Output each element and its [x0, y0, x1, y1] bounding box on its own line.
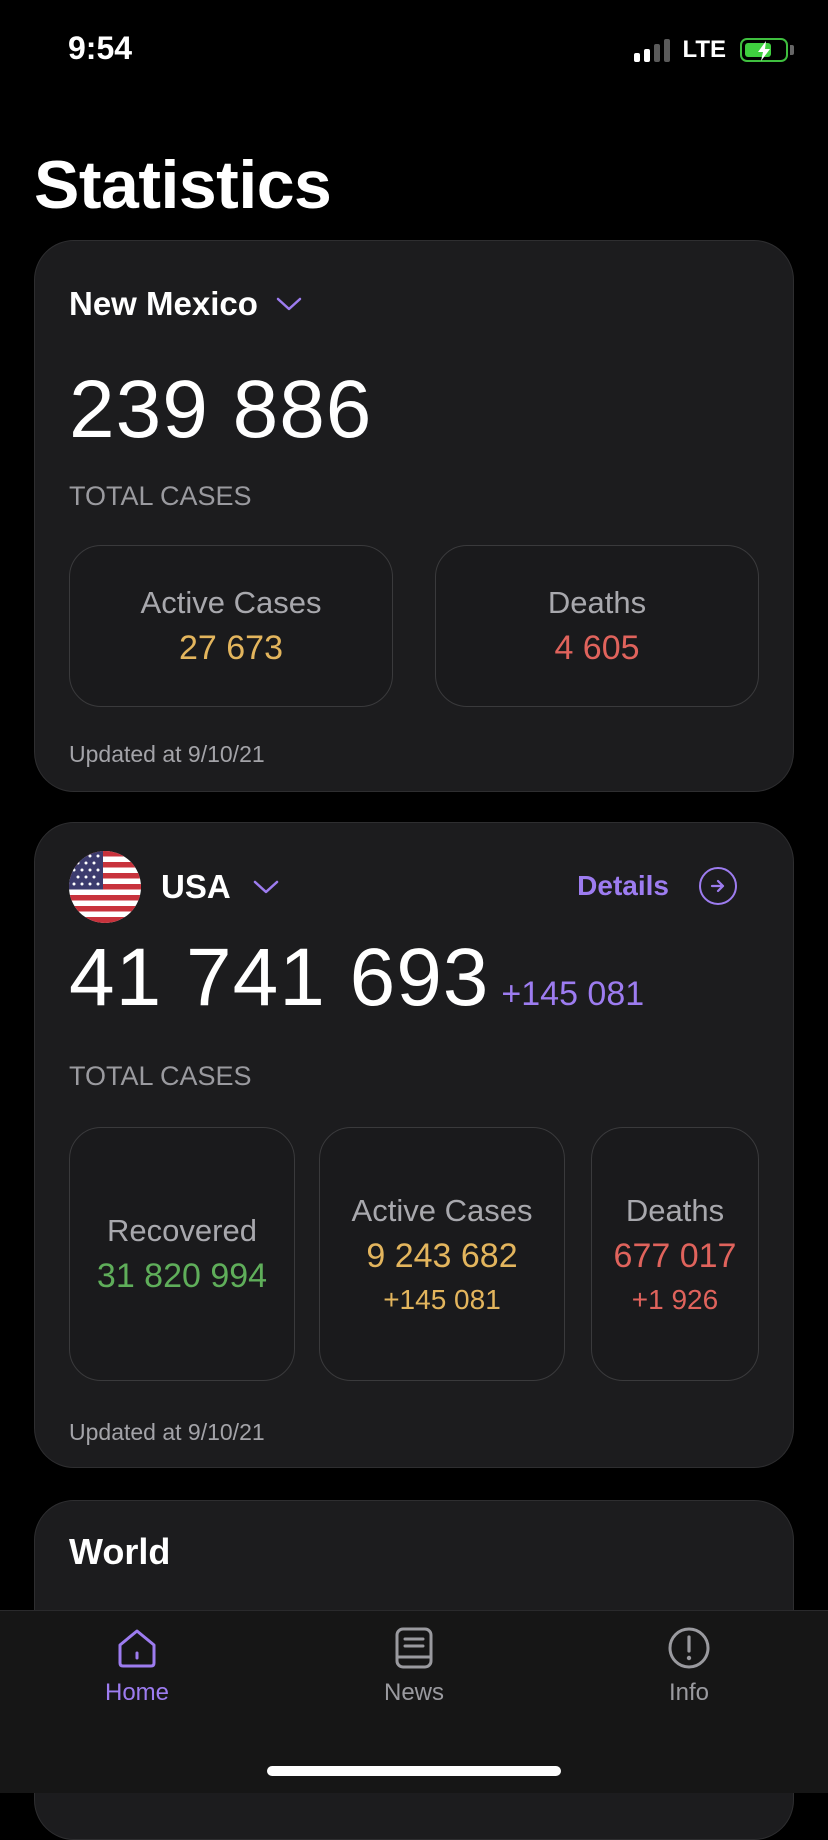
deaths-box: Deaths 677 017 +1 926	[591, 1127, 759, 1381]
region-name: New Mexico	[69, 285, 258, 322]
status-time: 9:54	[68, 30, 133, 66]
deaths-value: 4 605	[554, 628, 640, 667]
total-cases-value: 239 886	[69, 364, 373, 455]
deaths-label: Deaths	[625, 1192, 725, 1228]
signal-icon	[634, 38, 671, 62]
home-icon	[118, 1629, 156, 1668]
active-cases-value: 9 243 682	[366, 1236, 518, 1275]
active-cases-label: Active Cases	[140, 584, 322, 620]
recovered-label: Recovered	[107, 1212, 257, 1248]
chevron-down-icon	[253, 880, 278, 894]
usa-flag-icon	[69, 851, 141, 923]
deaths-box: Deaths 4 605	[435, 545, 759, 707]
total-cases-row: 41 741 693 +145 081	[69, 931, 644, 1025]
chevron-down-icon	[276, 297, 302, 311]
tab-home[interactable]: Home	[57, 1625, 217, 1707]
battery-icon	[740, 38, 788, 62]
total-cases-value: 41 741 693	[69, 932, 490, 1023]
total-cases-label: TOTAL CASES	[69, 481, 252, 511]
regional-stats-card: New Mexico 239 886 TOTAL CASES Active Ca…	[34, 240, 794, 792]
country-selector[interactable]: USA	[69, 851, 281, 923]
deaths-value: 677 017	[613, 1236, 737, 1275]
country-name: USA	[161, 868, 231, 905]
region-selector[interactable]: New Mexico	[69, 285, 304, 323]
tab-news-label: News	[383, 1679, 444, 1706]
recovered-value: 31 820 994	[96, 1256, 268, 1295]
deaths-delta: +1 926	[631, 1283, 719, 1315]
network-type: LTE	[682, 36, 726, 63]
total-cases-delta: +145 081	[501, 975, 645, 1013]
recovered-box: Recovered 31 820 994	[69, 1127, 295, 1381]
total-cases-label: TOTAL CASES	[69, 1061, 252, 1091]
active-cases-box: Active Cases 9 243 682 +145 081	[319, 1127, 565, 1381]
news-icon	[395, 1627, 433, 1669]
home-indicator	[267, 1766, 561, 1776]
active-cases-box: Active Cases 27 673	[69, 545, 393, 707]
info-icon	[668, 1627, 710, 1669]
active-cases-label: Active Cases	[351, 1192, 533, 1228]
tab-info[interactable]: Info	[609, 1625, 769, 1707]
details-button[interactable]: Details	[577, 867, 737, 905]
battery-cap	[790, 45, 794, 55]
tab-info-label: Info	[668, 1679, 710, 1706]
tab-home-label: Home	[104, 1679, 170, 1706]
details-label: Details	[577, 870, 669, 901]
status-indicators: LTE	[634, 36, 794, 64]
country-stats-card: USA Details 41 741 693 +145 081 TOTAL CA…	[34, 822, 794, 1468]
status-bar: 9:54 LTE	[0, 0, 828, 100]
world-title: World	[69, 1531, 171, 1572]
updated-timestamp: Updated at 9/10/21	[69, 1419, 265, 1445]
active-cases-delta: +145 081	[383, 1283, 501, 1315]
arrow-right-circle-icon	[699, 867, 737, 905]
deaths-label: Deaths	[547, 584, 647, 620]
page-title: Statistics	[34, 147, 332, 223]
tab-news[interactable]: News	[334, 1625, 494, 1707]
active-cases-value: 27 673	[179, 628, 283, 667]
updated-timestamp: Updated at 9/10/21	[69, 741, 265, 767]
